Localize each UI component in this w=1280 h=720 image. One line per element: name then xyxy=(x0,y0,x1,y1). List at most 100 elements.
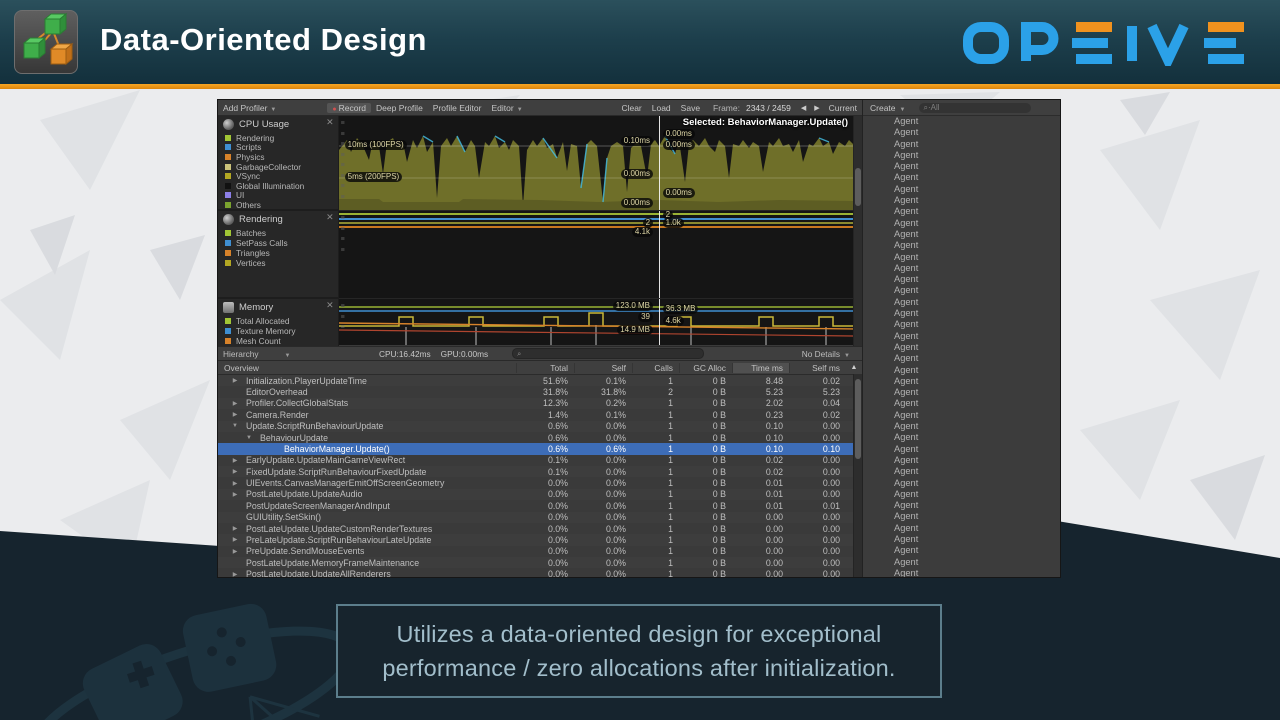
memory-chart[interactable]: ≡≡≡ 123.0 MB 39 14.9 MB 36.3 MB 4.6k xyxy=(339,299,853,345)
table-search-input[interactable]: ⌕ xyxy=(512,348,704,359)
legend-item[interactable]: Scripts xyxy=(218,143,338,153)
table-row[interactable]: ▶ PreLateUpdate.ScriptRunBehaviourLateUp… xyxy=(218,534,862,545)
expand-arrow-icon[interactable]: ▶ xyxy=(230,457,240,464)
hierarchy-item-agent[interactable]: Agent xyxy=(863,195,1060,206)
table-row[interactable]: BehaviorManager.Update() 0.6% 0.6% 1 0 B… xyxy=(218,443,862,454)
hierarchy-item-agent[interactable]: Agent xyxy=(863,489,1060,500)
table-scrollbar[interactable] xyxy=(853,374,862,577)
details-dropdown[interactable]: No Details▼ xyxy=(802,349,850,359)
hierarchy-item-agent[interactable]: Agent xyxy=(863,455,1060,466)
legend-item[interactable]: VSync xyxy=(218,171,338,181)
table-row[interactable]: ▶ PostLateUpdate.UpdateAudio 0.0% 0.0% 1… xyxy=(218,489,862,500)
scrollbar-thumb[interactable] xyxy=(855,379,861,459)
current-frame-button[interactable]: Current xyxy=(824,103,862,113)
table-row[interactable]: ▶ PostLateUpdate.UpdateCustomRenderTextu… xyxy=(218,523,862,534)
expand-arrow-icon[interactable]: ▶ xyxy=(230,525,240,532)
close-icon[interactable]: ✕ xyxy=(326,212,334,223)
hierarchy-search-input[interactable]: ⌕·All xyxy=(919,103,1031,113)
table-row[interactable]: ▶ Profiler.CollectGlobalStats 12.3% 0.2%… xyxy=(218,398,862,409)
table-row[interactable]: GUIUtility.SetSkin() 0.0% 0.0% 1 0 B 0.0… xyxy=(218,512,862,523)
sort-direction-icon[interactable]: ▲ xyxy=(846,364,862,371)
table-row[interactable]: PostLateUpdate.MemoryFrameMaintenance 0.… xyxy=(218,557,862,568)
hierarchy-item-agent[interactable]: Agent xyxy=(863,240,1060,251)
column-gc-alloc[interactable]: GC Alloc xyxy=(679,363,732,373)
table-row[interactable]: ▼ Update.ScriptRunBehaviourUpdate 0.6% 0… xyxy=(218,421,862,432)
legend-item[interactable]: Rendering xyxy=(218,133,338,143)
expand-arrow-icon[interactable]: ▶ xyxy=(230,480,240,487)
expand-arrow-icon[interactable]: ▶ xyxy=(230,548,240,555)
hierarchy-item-agent[interactable]: Agent xyxy=(863,297,1060,308)
profile-editor-button[interactable]: Profile Editor xyxy=(428,103,487,113)
hierarchy-item-agent[interactable]: Agent xyxy=(863,139,1060,150)
hierarchy-item-agent[interactable]: Agent xyxy=(863,150,1060,161)
hierarchy-item-agent[interactable]: Agent xyxy=(863,500,1060,511)
hierarchy-item-agent[interactable]: Agent xyxy=(863,342,1060,353)
load-button[interactable]: Load xyxy=(647,103,676,113)
legend-item[interactable]: Texture Memory xyxy=(218,326,338,336)
hierarchy-item-agent[interactable]: Agent xyxy=(863,387,1060,398)
hierarchy-item-agent[interactable]: Agent xyxy=(863,218,1060,229)
legend-drag-handles[interactable]: ≡≡≡ xyxy=(341,302,345,334)
cpu-usage-chart[interactable]: ≡≡≡≡≡≡≡≡ Selected: BehaviorManager.Updat… xyxy=(339,116,853,211)
hierarchy-item-agent[interactable]: Agent xyxy=(863,331,1060,342)
legend-item[interactable]: Others xyxy=(218,200,338,210)
column-total[interactable]: Total xyxy=(516,363,574,373)
deep-profile-button[interactable]: Deep Profile xyxy=(371,103,428,113)
legend-item[interactable]: Mesh Count xyxy=(218,336,338,344)
hierarchy-item-agent[interactable]: Agent xyxy=(863,263,1060,274)
legend-item[interactable]: Total Allocated xyxy=(218,316,338,326)
legend-drag-handles[interactable]: ≡≡≡≡≡≡≡≡ xyxy=(341,119,345,203)
hierarchy-item-agent[interactable]: Agent xyxy=(863,252,1060,263)
legend-item[interactable]: GarbageCollector xyxy=(218,162,338,172)
expand-arrow-icon[interactable]: ▶ xyxy=(230,400,240,407)
column-calls[interactable]: Calls xyxy=(632,363,679,373)
record-button[interactable]: ●Record xyxy=(327,103,371,113)
hierarchy-item-agent[interactable]: Agent xyxy=(863,229,1060,240)
selected-frame-line[interactable] xyxy=(659,116,660,210)
selected-frame-line[interactable] xyxy=(659,211,660,298)
legend-item[interactable]: Vertices xyxy=(218,258,338,268)
column-self[interactable]: Self xyxy=(574,363,632,373)
hierarchy-item-agent[interactable]: Agent xyxy=(863,444,1060,455)
clear-button[interactable]: Clear xyxy=(616,103,646,113)
column-time-ms[interactable]: Time ms xyxy=(732,363,789,373)
table-row[interactable]: ▶ Initialization.PlayerUpdateTime 51.6% … xyxy=(218,375,862,386)
close-icon[interactable]: ✕ xyxy=(326,117,334,128)
legend-item[interactable]: Batches xyxy=(218,228,338,238)
create-dropdown[interactable]: Create▼ xyxy=(863,103,905,113)
hierarchy-item-agent[interactable]: Agent xyxy=(863,116,1060,127)
hierarchy-item-agent[interactable]: Agent xyxy=(863,523,1060,534)
legend-item[interactable]: Triangles xyxy=(218,248,338,258)
legend-item[interactable]: SetPass Calls xyxy=(218,238,338,248)
hierarchy-item-agent[interactable]: Agent xyxy=(863,534,1060,545)
hierarchy-item-agent[interactable]: Agent xyxy=(863,319,1060,330)
charts-scrollbar[interactable] xyxy=(853,116,862,346)
table-row[interactable]: ▶ EarlyUpdate.UpdateMainGameViewRect 0.1… xyxy=(218,455,862,466)
table-row[interactable]: ▶ PostLateUpdate.UpdateAllRenderers 0.0%… xyxy=(218,568,862,577)
save-button[interactable]: Save xyxy=(676,103,705,113)
table-row[interactable]: ▶ PreUpdate.SendMouseEvents 0.0% 0.0% 1 … xyxy=(218,546,862,557)
table-row[interactable]: PostUpdateScreenManagerAndInput 0.0% 0.0… xyxy=(218,500,862,511)
hierarchy-item-agent[interactable]: Agent xyxy=(863,285,1060,296)
scrollbar-thumb[interactable] xyxy=(855,168,861,206)
hierarchy-item-agent[interactable]: Agent xyxy=(863,274,1060,285)
add-profiler-dropdown[interactable]: Add Profiler▼ xyxy=(218,103,281,113)
hierarchy-item-agent[interactable]: Agent xyxy=(863,568,1060,577)
hierarchy-item-agent[interactable]: Agent xyxy=(863,466,1060,477)
hierarchy-item-agent[interactable]: Agent xyxy=(863,376,1060,387)
legend-item[interactable]: UI xyxy=(218,191,338,201)
hierarchy-item-agent[interactable]: Agent xyxy=(863,545,1060,556)
hierarchy-item-agent[interactable]: Agent xyxy=(863,172,1060,183)
expand-arrow-icon[interactable]: ▶ xyxy=(230,468,240,475)
expand-arrow-icon[interactable]: ▶ xyxy=(230,377,240,384)
table-row[interactable]: ▶ FixedUpdate.ScriptRunBehaviourFixedUpd… xyxy=(218,466,862,477)
hierarchy-item-agent[interactable]: Agent xyxy=(863,353,1060,364)
hierarchy-item-agent[interactable]: Agent xyxy=(863,308,1060,319)
expand-arrow-icon[interactable]: ▶ xyxy=(230,491,240,498)
hierarchy-item-agent[interactable]: Agent xyxy=(863,127,1060,138)
expand-arrow-icon[interactable]: ▶ xyxy=(230,411,240,418)
expand-arrow-icon[interactable]: ▶ xyxy=(230,536,240,543)
next-frame-button[interactable]: ▶ xyxy=(810,104,823,112)
table-row[interactable]: ▼ BehaviourUpdate 0.6% 0.0% 1 0 B 0.10 0… xyxy=(218,432,862,443)
hierarchy-item-agent[interactable]: Agent xyxy=(863,161,1060,172)
